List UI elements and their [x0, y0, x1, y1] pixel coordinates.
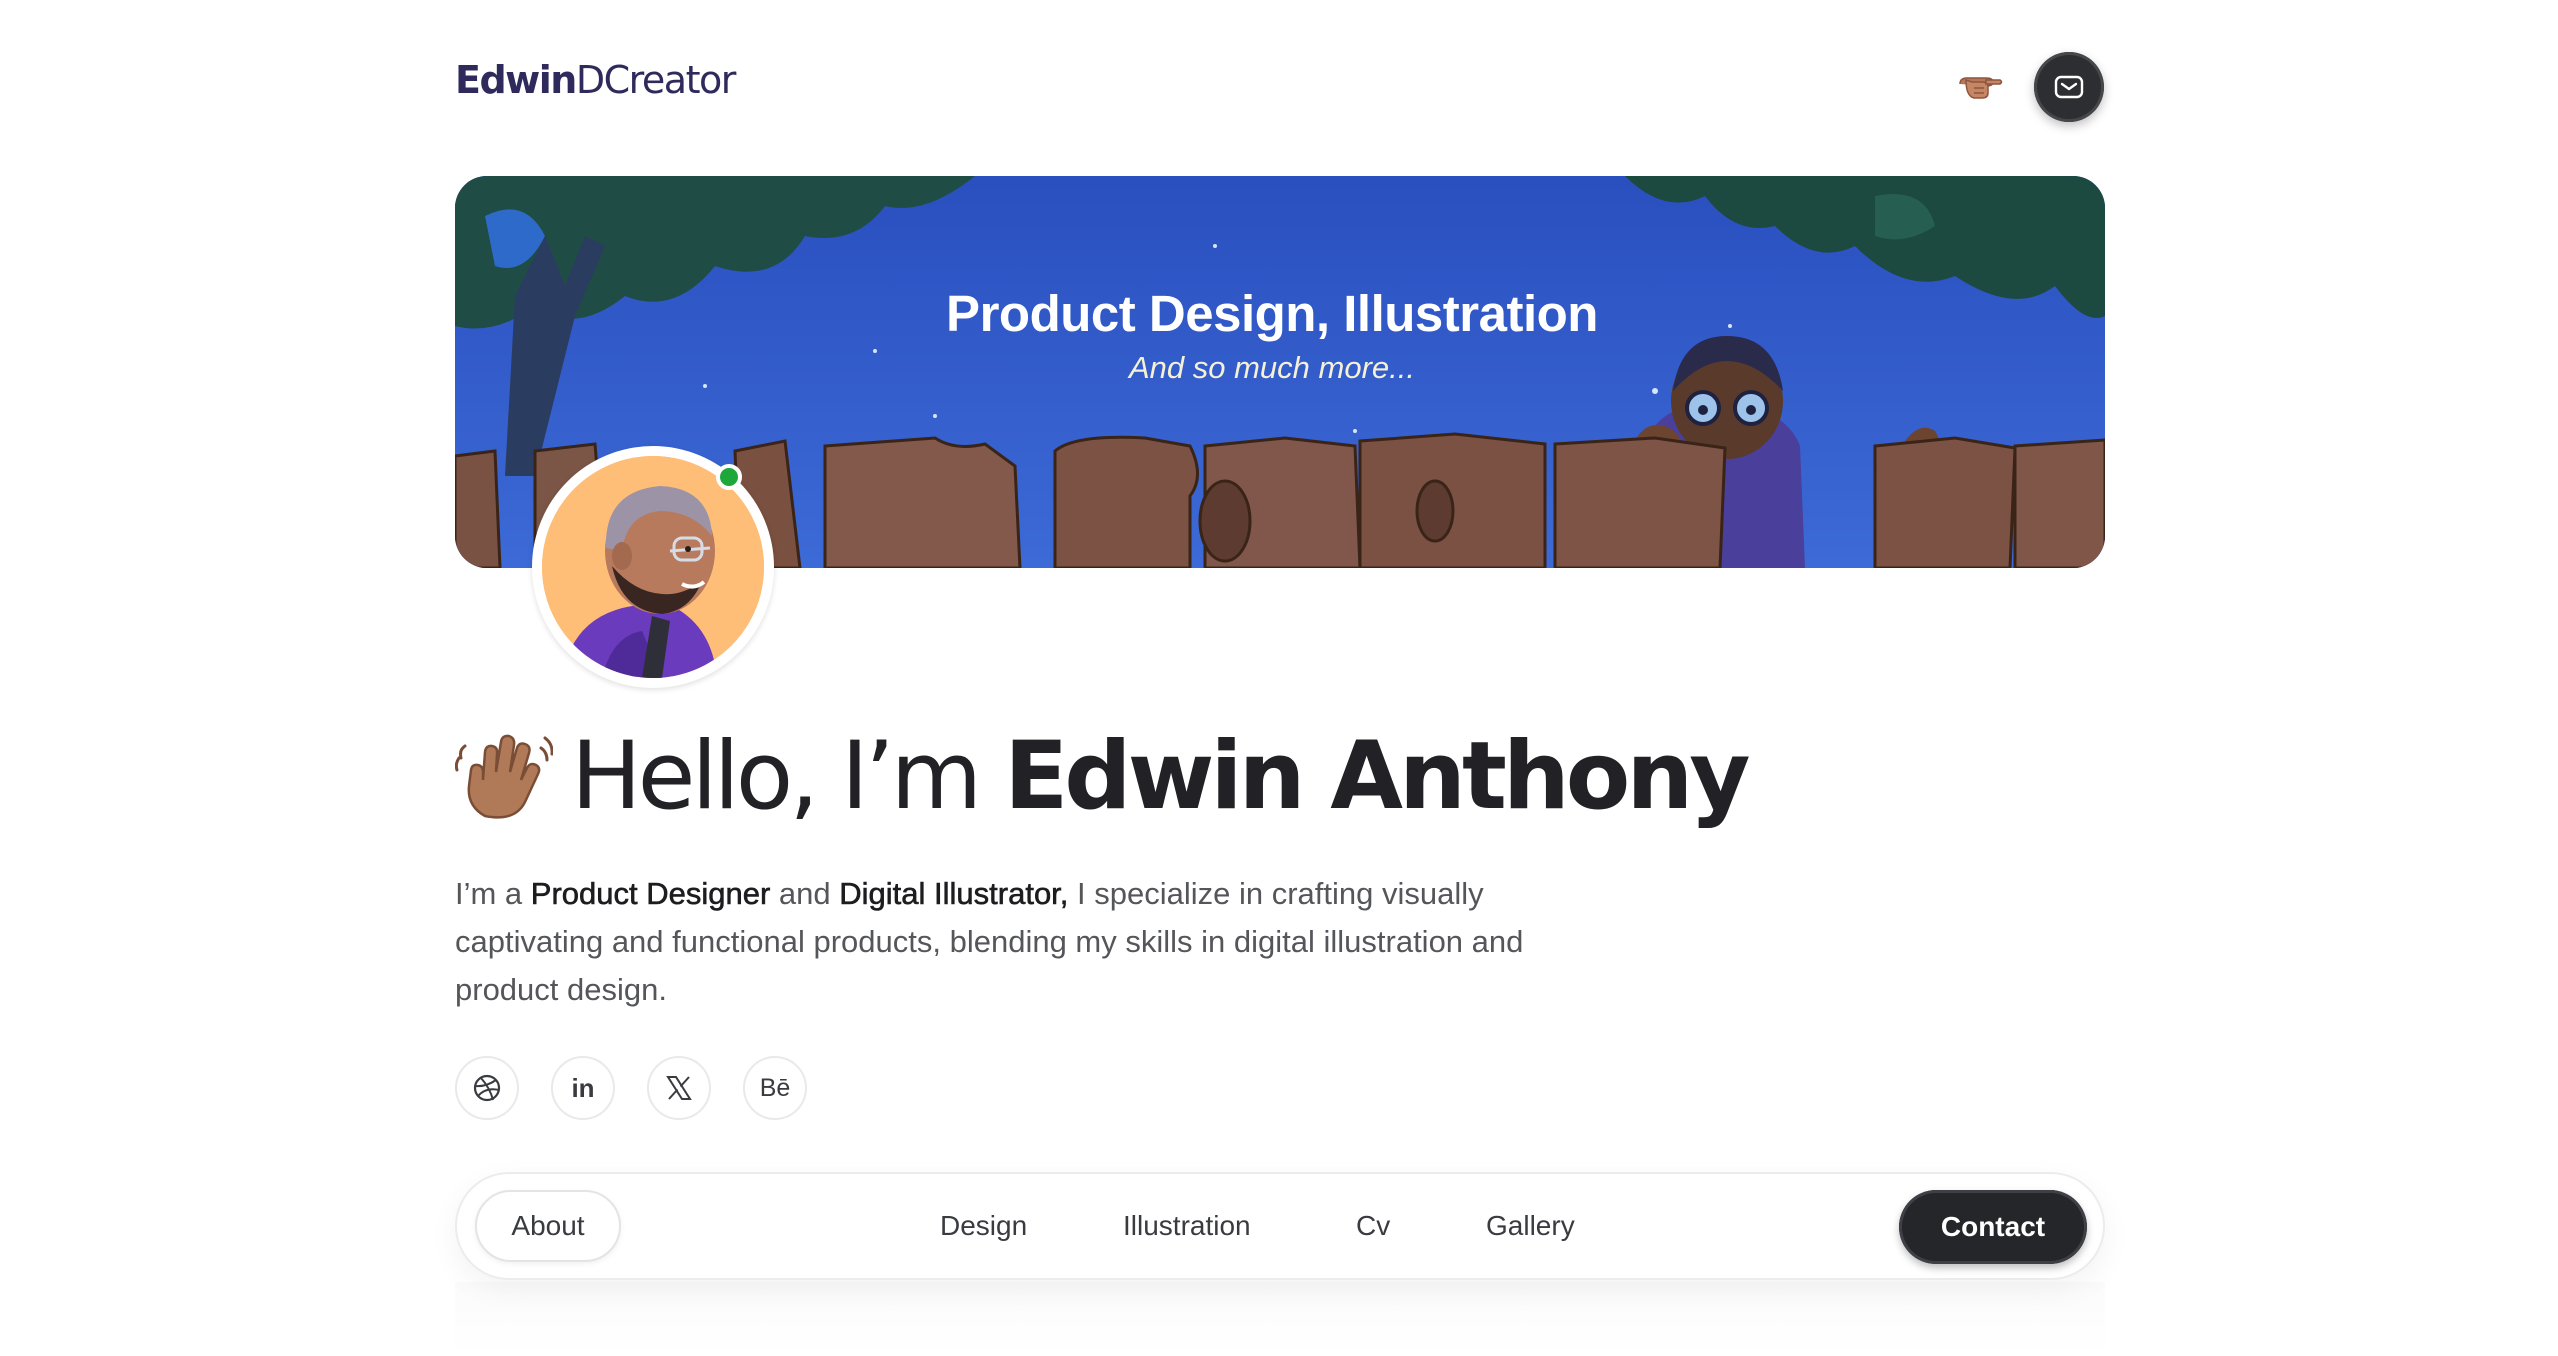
tab-design[interactable]: Design	[940, 1204, 1027, 1248]
dribbble-icon	[473, 1074, 501, 1102]
envelope-icon	[2054, 75, 2084, 99]
role-digital-illustrator: Digital Illustrator,	[839, 876, 1069, 912]
role-product-designer: Product Designer	[530, 876, 771, 912]
tab-illustration[interactable]: Illustration	[1123, 1204, 1251, 1248]
intro-paragraph: I’m a Product Designer and Digital Illus…	[455, 870, 1605, 1014]
tab-gallery[interactable]: Gallery	[1486, 1204, 1575, 1248]
banner-title: Product Design, Illustration	[946, 285, 1598, 342]
behance-link[interactable]: Bē	[743, 1056, 807, 1120]
linkedin-link[interactable]: in	[551, 1056, 615, 1120]
hero-heading: Hello, I’m Edwin Anthony	[455, 722, 1751, 832]
tab-cv[interactable]: Cv	[1356, 1204, 1390, 1248]
page-title: Hello, I’m Edwin Anthony	[571, 722, 1751, 832]
banner-subtitle: And so much more...	[1128, 350, 1415, 385]
greeting-text: Hello, I’m	[571, 722, 1005, 831]
section-nav: About Design Illustration Cv Gallery Con…	[455, 1172, 2105, 1280]
mail-button[interactable]	[2034, 52, 2104, 122]
social-links: in Bē	[455, 1056, 807, 1120]
name-text: Edwin Anthony	[1004, 722, 1751, 831]
online-status-indicator	[716, 464, 742, 490]
portfolio-page: EdwinDCreator Product Design, Illustrati…	[0, 0, 2558, 1356]
site-logo[interactable]: EdwinDCreator	[455, 58, 737, 102]
intro-text: I’m a	[455, 876, 531, 911]
dribbble-link[interactable]	[455, 1056, 519, 1120]
waving-hand-icon	[455, 734, 553, 819]
intro-text: and	[770, 876, 840, 911]
pointing-hand-icon	[1959, 77, 2003, 99]
linkedin-icon: in	[571, 1072, 595, 1103]
tab-about[interactable]: About	[475, 1190, 621, 1262]
logo-bold-text: Edwin	[455, 58, 577, 102]
x-icon	[666, 1076, 692, 1100]
contact-button[interactable]: Contact	[1899, 1190, 2087, 1264]
behance-icon: Bē	[759, 1073, 791, 1102]
content-area-top	[455, 1282, 2105, 1356]
logo-light-text: DCreator	[575, 58, 737, 102]
x-link[interactable]	[647, 1056, 711, 1120]
